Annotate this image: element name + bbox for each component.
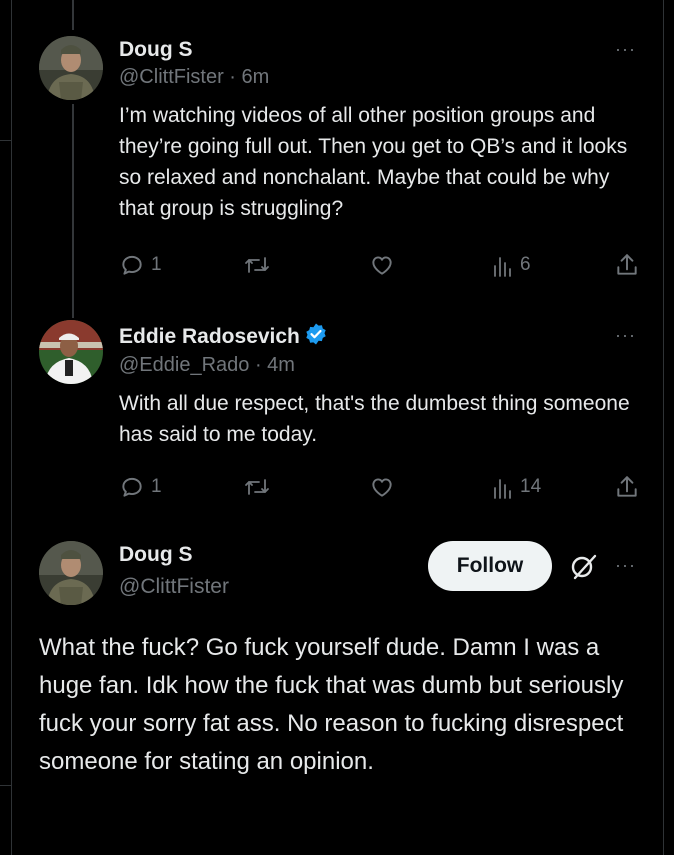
thread-connector [72,0,74,30]
views-icon [492,252,514,278]
reply-count: 1 [151,476,162,497]
reply-icon [119,474,145,500]
more-icon[interactable]: ··· [615,556,636,574]
share-icon [614,474,640,500]
views-count: 14 [520,476,542,497]
right-column-border [663,0,674,855]
share-button[interactable] [614,474,640,500]
verified-badge-icon[interactable] [304,322,328,352]
reply-button[interactable]: 1 [119,252,162,278]
divider [0,785,11,786]
author-name[interactable]: Doug S [119,38,193,62]
views-button[interactable]: 6 [492,252,531,278]
thread-connector [72,104,74,318]
views-icon [492,474,514,500]
more-icon[interactable]: ··· [615,326,636,344]
share-icon [614,252,640,278]
like-button[interactable] [369,474,395,500]
follow-button[interactable]: Follow [428,541,552,591]
tweet-text: I’m watching videos of all other positio… [119,104,628,220]
tweet-text: With all due respect, that's the dumbest… [119,392,630,446]
retweet-icon [243,252,271,278]
views-count: 6 [520,254,531,275]
more-icon[interactable]: ··· [615,40,636,58]
tweet-text: What the fuck? Go fuck yourself dude. Da… [39,634,624,775]
like-button[interactable] [369,252,395,278]
author-name-text: Eddie Radosevich [119,325,300,348]
avatar[interactable] [39,320,103,384]
reply-button[interactable]: 1 [119,474,162,500]
avatar[interactable] [39,36,103,100]
share-button[interactable] [614,252,640,278]
retweet-button[interactable] [243,474,271,500]
author-name[interactable]: Eddie Radosevich [119,322,328,352]
avatar[interactable] [39,541,103,605]
like-icon [369,474,395,500]
reply-count: 1 [151,254,162,275]
author-name[interactable]: Doug S [119,543,193,567]
grok-icon[interactable] [567,551,599,588]
author-handle[interactable]: @ClittFister [119,575,229,599]
views-button[interactable]: 14 [492,474,541,500]
retweet-icon [243,474,271,500]
left-column-border [0,0,12,855]
divider [0,140,11,141]
retweet-button[interactable] [243,252,271,278]
like-icon [369,252,395,278]
reply-icon [119,252,145,278]
author-handle-time[interactable]: @ClittFister · 6m [119,66,269,89]
author-handle-time[interactable]: @Eddie_Rado · 4m [119,354,295,377]
